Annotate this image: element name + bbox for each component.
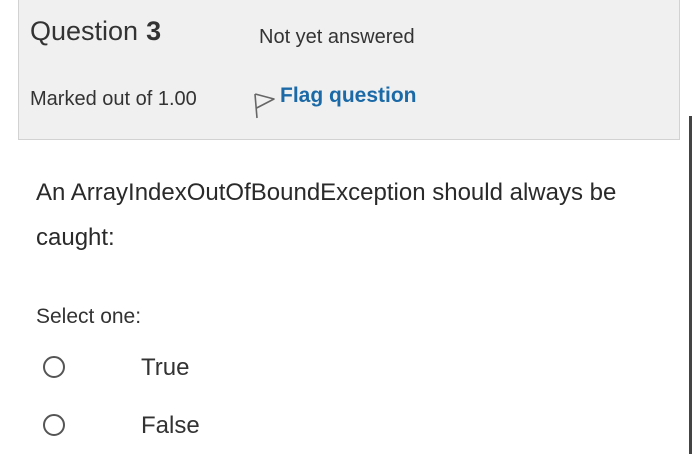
flag-question-link[interactable]: Flag question [252, 84, 417, 120]
answer-option-true[interactable]: True [40, 353, 280, 385]
question-text: An ArrayIndexOutOfBoundException should … [36, 179, 617, 251]
radio-button-false[interactable] [43, 414, 65, 436]
flag-question-label: Flag question [280, 84, 417, 107]
question-heading: Question 3 [30, 16, 161, 47]
question-number: 3 [146, 16, 162, 46]
radio-button-true[interactable] [43, 356, 65, 378]
question-heading-label: Question [30, 16, 139, 46]
question-state: Not yet answered [259, 26, 415, 48]
question-info-panel: Question 3 Not yet answered Marked out of… [18, 0, 680, 140]
answer-option-label: True [141, 354, 190, 381]
question-grade: Marked out of 1.00 [30, 88, 197, 110]
scrollbar[interactable] [689, 116, 692, 454]
flag-outline-icon [254, 93, 275, 119]
answer-option-label: False [141, 412, 200, 439]
select-prompt: Select one: [36, 305, 142, 328]
answer-option-false[interactable]: False [40, 411, 280, 443]
